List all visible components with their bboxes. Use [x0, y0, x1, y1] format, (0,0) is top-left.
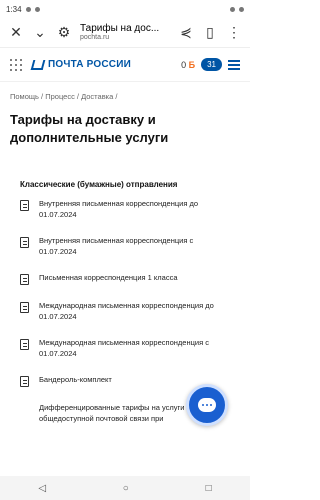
- chevron-down-icon[interactable]: ⌄: [32, 24, 48, 41]
- status-right: [230, 6, 244, 12]
- document-icon: [20, 237, 29, 249]
- url-block[interactable]: Тарифы на дос... pochta.ru: [80, 23, 170, 42]
- site-header: ПОЧТА РОССИИ 0 Б 31: [0, 48, 250, 82]
- notification-icon: [34, 6, 40, 12]
- document-icon: [20, 376, 29, 388]
- url-host: pochta.ru: [80, 34, 110, 42]
- more-icon[interactable]: ⋮: [226, 24, 242, 41]
- home-icon[interactable]: ○: [123, 483, 129, 494]
- chat-button[interactable]: [186, 384, 228, 426]
- document-label: Письменная корреспонденция 1 класса: [39, 273, 178, 283]
- document-icon: [20, 200, 29, 212]
- cart-count-badge[interactable]: 31: [201, 58, 222, 71]
- status-left: 1:34: [6, 5, 40, 14]
- section-title: Классические (бумажные) отправления: [20, 180, 178, 190]
- bookmark-icon[interactable]: ▯: [202, 24, 218, 41]
- document-link[interactable]: Письменная корреспонденция 1 класса: [20, 273, 230, 286]
- document-link[interactable]: Международная письменная корреспонденция…: [20, 301, 230, 322]
- recents-icon[interactable]: □: [206, 483, 212, 494]
- logo-mark-icon: [30, 59, 46, 70]
- share-icon[interactable]: ⋞: [178, 24, 194, 41]
- back-icon[interactable]: ◁: [38, 483, 46, 494]
- document-icon: [20, 302, 29, 314]
- tab-title: Тарифы на дос...: [80, 23, 160, 35]
- header-right: 0 Б 31: [181, 58, 240, 71]
- close-icon[interactable]: ✕: [8, 24, 24, 41]
- menu-icon[interactable]: [228, 59, 240, 70]
- apps-grid-icon[interactable]: [10, 58, 22, 71]
- document-label: Международная письменная корреспонденция…: [39, 338, 209, 358]
- breadcrumb[interactable]: Помощь / Процесс / Доставка /: [0, 82, 250, 101]
- chat-icon: [198, 398, 216, 412]
- points-counter[interactable]: 0 Б: [181, 60, 195, 70]
- document-label: Бандероль-комплект: [39, 375, 112, 385]
- logo-text: ПОЧТА РОССИИ: [48, 59, 132, 70]
- document-link[interactable]: Внутренняя письменная корреспонденция с …: [20, 236, 230, 257]
- site-settings-icon[interactable]: ⚙: [56, 24, 72, 41]
- system-nav-bar: ◁ ○ □: [0, 476, 250, 500]
- notification-icon: [25, 6, 31, 12]
- points-value: 0: [181, 59, 187, 70]
- document-link[interactable]: Внутренняя письменная корреспонденция до…: [20, 199, 230, 220]
- document-icon: [20, 274, 29, 286]
- status-time: 1:34: [6, 4, 22, 14]
- site-logo[interactable]: ПОЧТА РОССИИ: [30, 59, 132, 70]
- browser-toolbar: ✕ ⌄ ⚙ Тарифы на дос... pochta.ru ⋞ ▯ ⋮: [0, 18, 250, 48]
- document-label: Внутренняя письменная корреспонденция с …: [39, 236, 194, 256]
- page-title: Тарифы на доставку и дополнительные услу…: [10, 112, 169, 145]
- points-currency: Б: [188, 59, 196, 70]
- status-bar: 1:34: [0, 0, 250, 18]
- document-label: Внутренняя письменная корреспонденция до…: [39, 199, 199, 219]
- document-label: Международная письменная корреспонденция…: [39, 301, 214, 321]
- document-icon: [20, 339, 29, 351]
- document-link[interactable]: Международная письменная корреспонденция…: [20, 338, 230, 359]
- wifi-icon: [230, 6, 235, 12]
- battery-icon: [239, 6, 244, 12]
